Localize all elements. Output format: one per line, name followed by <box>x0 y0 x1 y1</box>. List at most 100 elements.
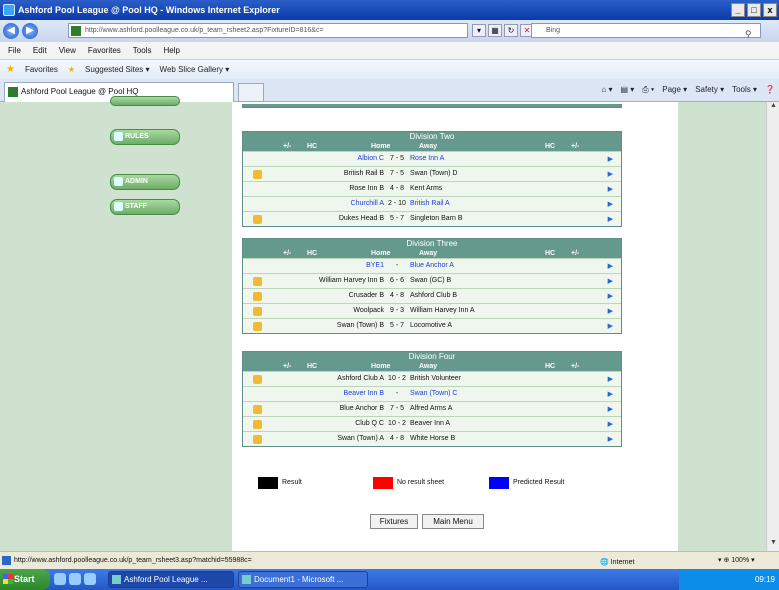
zoom-control[interactable]: ▾ ⊕ 100% ▾ <box>718 552 755 570</box>
rules-label: RULES <box>125 133 149 140</box>
view-result-arrow-icon[interactable]: ▶ <box>608 405 613 413</box>
sidebar-admin-button[interactable]: ADMIN <box>110 174 180 190</box>
tools-menu[interactable]: Tools ▾ <box>732 85 757 95</box>
match-row: Dukes Head B 5 - 7 Singleton Barn B ▶ <box>243 211 621 226</box>
main-menu-button[interactable]: Main Menu <box>422 514 484 529</box>
view-result-arrow-icon[interactable]: ▶ <box>608 262 613 270</box>
away-team[interactable]: Rose Inn A <box>410 155 444 162</box>
menu-help[interactable]: Help <box>163 46 179 55</box>
forward-button[interactable]: ▶ <box>22 23 38 39</box>
view-result-arrow-icon[interactable]: ▶ <box>608 307 613 315</box>
division-table: Division Two +/- HC Home Away HC +/- Albion C 7 … <box>242 131 622 227</box>
maximize-button[interactable]: □ <box>747 3 761 17</box>
match-score: 5 - 7 <box>389 322 404 329</box>
taskbar-item-word[interactable]: Document1 - Microsoft ... <box>238 571 368 588</box>
home-team: Dukes Head B <box>338 215 384 222</box>
menu-edit[interactable]: Edit <box>33 46 47 55</box>
view-result-arrow-icon[interactable]: ▶ <box>608 277 613 285</box>
search-input[interactable]: Bing ⚲ <box>531 23 761 41</box>
quicklaunch-media-icon[interactable] <box>84 573 96 585</box>
home-team[interactable]: Albion C <box>243 155 384 162</box>
command-bar: ⌂ ▾ ▤ ▾ ⎙ ▾ Page ▾ Safety ▾ Tools ▾ ❓ <box>601 85 775 95</box>
menu-view[interactable]: View <box>59 46 76 55</box>
minimize-button[interactable]: _ <box>731 3 745 17</box>
view-result-arrow-icon[interactable]: ▶ <box>608 155 613 163</box>
sidebar-button-partial[interactable] <box>110 96 180 106</box>
division-title: Division Three <box>243 239 621 249</box>
away-team[interactable]: British Rail A <box>410 200 450 207</box>
view-result-arrow-icon[interactable]: ▶ <box>608 375 613 383</box>
favorites-star-icon: ★ <box>6 64 15 75</box>
away-team[interactable]: Swan (Town) C <box>410 390 457 397</box>
address-row: ◀ ▶ http://www.ashford.poolleague.co.uk/… <box>0 20 779 42</box>
help-icon[interactable]: ❓ <box>765 85 775 95</box>
close-button[interactable]: x <box>763 3 777 17</box>
view-result-arrow-icon[interactable]: ▶ <box>608 185 613 193</box>
address-dropdown-icon[interactable]: ▾ <box>472 24 486 37</box>
home-team: Ashford Club A <box>337 375 384 382</box>
header-home: Home <box>371 250 391 257</box>
home-team[interactable]: BYE1 <box>243 262 384 269</box>
new-tab-button[interactable] <box>238 83 264 102</box>
view-result-arrow-icon[interactable]: ▶ <box>608 322 613 330</box>
header-plusminus-right: +/- <box>571 250 580 257</box>
away-team[interactable]: Blue Anchor A <box>410 262 454 269</box>
match-score: 7 - 5 <box>389 155 404 162</box>
rules-icon <box>114 132 123 141</box>
sidebar-rules-button[interactable]: RULES <box>110 129 180 145</box>
fixtures-button[interactable]: Fixtures <box>370 514 418 529</box>
legend-result-label: Result <box>282 479 302 486</box>
home-icon[interactable]: ⌂ ▾ <box>601 85 612 95</box>
menu-file[interactable]: File <box>8 46 21 55</box>
home-team[interactable]: Beaver Inn B <box>243 390 384 397</box>
view-result-arrow-icon[interactable]: ▶ <box>608 435 613 443</box>
home-team: Crusader B <box>348 292 384 299</box>
favorites-button[interactable]: Favorites <box>25 65 58 74</box>
back-button[interactable]: ◀ <box>3 23 19 39</box>
taskbar-item-ie[interactable]: Ashford Pool League ... <box>108 571 234 588</box>
address-url: http://www.ashford.poolleague.co.uk/p_te… <box>85 27 324 34</box>
vertical-scrollbar[interactable]: ▲ ▼ <box>766 102 779 551</box>
away-team: Swan (Town) D <box>410 170 458 177</box>
refresh-icon[interactable]: ↻ <box>504 24 518 37</box>
away-team: Alfred Arms A <box>410 405 453 412</box>
home-team: Club Q C <box>355 420 384 427</box>
view-result-arrow-icon[interactable]: ▶ <box>608 292 613 300</box>
view-result-arrow-icon[interactable]: ▶ <box>608 390 613 398</box>
match-score: 4 - 8 <box>389 292 404 299</box>
add-favorite-icon[interactable]: ★ <box>68 65 75 74</box>
match-score: 9 - 3 <box>389 307 404 314</box>
quicklaunch-desktop-icon[interactable] <box>69 573 81 585</box>
admin-label: ADMIN <box>125 178 148 185</box>
match-row: BYE1 - Blue Anchor A ▶ <box>243 258 621 273</box>
scroll-down-icon[interactable]: ▼ <box>767 539 779 551</box>
taskbar-ie-icon <box>112 575 121 584</box>
feeds-icon[interactable]: ▤ ▾ <box>620 85 634 95</box>
menu-tools[interactable]: Tools <box>133 46 152 55</box>
quicklaunch-ie-icon[interactable] <box>54 573 66 585</box>
page-menu[interactable]: Page ▾ <box>662 85 687 95</box>
view-result-arrow-icon[interactable]: ▶ <box>608 170 613 178</box>
home-team[interactable]: Churchill A <box>243 200 384 207</box>
address-bar[interactable]: http://www.ashford.poolleague.co.uk/p_te… <box>68 23 468 38</box>
web-slice-gallery-link[interactable]: Web Slice Gallery ▾ <box>160 65 230 74</box>
view-result-arrow-icon[interactable]: ▶ <box>608 200 613 208</box>
compatibility-icon[interactable]: ▦ <box>488 24 502 37</box>
suggested-sites-link[interactable]: Suggested Sites ▾ <box>85 65 150 74</box>
taskbar-word-label: Document1 - Microsoft ... <box>254 575 344 584</box>
menu-favorites[interactable]: Favorites <box>88 46 121 55</box>
view-result-arrow-icon[interactable]: ▶ <box>608 420 613 428</box>
match-score: 2 - 10 <box>388 200 406 207</box>
header-hc-right: HC <box>545 143 556 150</box>
away-team: Beaver Inn A <box>410 420 451 427</box>
start-button[interactable]: Start <box>0 569 50 590</box>
safety-menu[interactable]: Safety ▾ <box>695 85 724 95</box>
search-icon[interactable]: ⚲ <box>745 28 759 41</box>
header-plusminus-left: +/- <box>283 250 292 257</box>
staff-icon <box>114 202 123 211</box>
scroll-up-icon[interactable]: ▲ <box>767 102 779 114</box>
print-icon[interactable]: ⎙ ▾ <box>642 85 654 95</box>
view-result-arrow-icon[interactable]: ▶ <box>608 215 613 223</box>
header-hc-left: HC <box>307 250 318 257</box>
sidebar-staff-button[interactable]: STAFF <box>110 199 180 215</box>
